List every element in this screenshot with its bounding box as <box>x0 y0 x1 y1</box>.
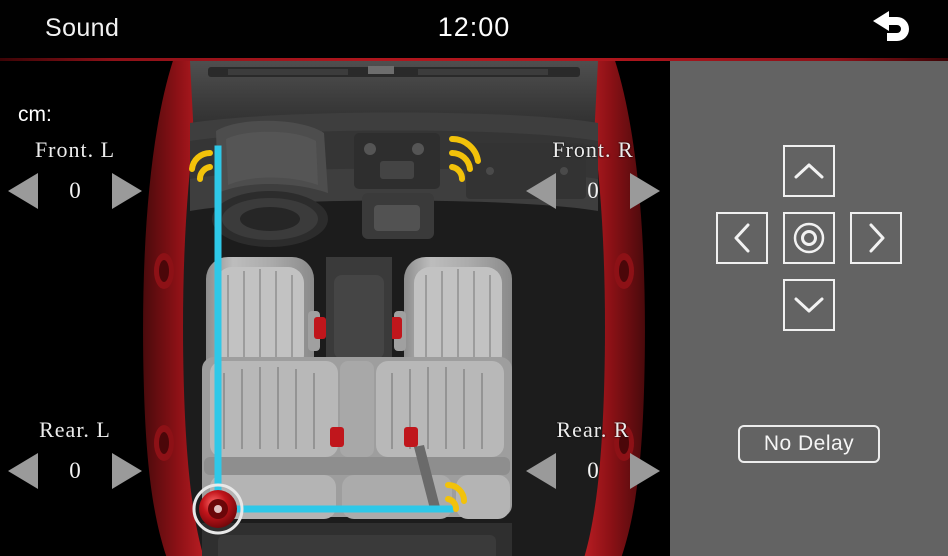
decrease-rear-right-button[interactable] <box>526 453 556 489</box>
direction-pad <box>716 145 902 331</box>
speaker-label-front-right: Front. R <box>552 137 634 162</box>
speaker-label-rear-left: Rear. L <box>39 417 111 442</box>
no-delay-button[interactable]: No Delay <box>738 425 880 463</box>
move-left-button[interactable] <box>716 212 768 264</box>
value-rear-left: 0 <box>69 458 81 483</box>
title-bar: Sound 12:00 <box>0 0 948 58</box>
control-panel: No Delay <box>670 61 948 556</box>
decrease-front-left-button[interactable] <box>8 173 38 209</box>
speaker-control-front-right: Front. R 0 <box>518 137 668 213</box>
back-arrow-icon <box>873 11 909 41</box>
decrease-rear-left-button[interactable] <box>8 453 38 489</box>
speaker-label-front-left: Front. L <box>34 137 116 162</box>
units-label: cm: <box>18 103 52 126</box>
value-front-right: 0 <box>587 178 599 203</box>
back-button[interactable] <box>864 6 920 52</box>
speaker-control-rear-right: Rear. R 0 <box>518 417 668 493</box>
value-front-left: 0 <box>69 178 81 203</box>
move-right-button[interactable] <box>850 212 902 264</box>
increase-rear-right-button[interactable] <box>630 453 660 489</box>
target-circle-icon <box>793 222 825 254</box>
speaker-label-rear-right: Rear. R <box>556 417 630 442</box>
increase-rear-left-button[interactable] <box>112 453 142 489</box>
stepper-rear-left: 0 <box>0 449 150 493</box>
clock-label: 12:00 <box>437 12 511 42</box>
move-down-button[interactable] <box>783 279 835 331</box>
speaker-control-rear-left: Rear. L 0 <box>0 417 150 493</box>
sound-settings-screen: Sound 12:00 cm: Front. L 0 Front. R 0 Re… <box>0 0 948 556</box>
stepper-front-left: 0 <box>0 169 150 213</box>
center-reset-button[interactable] <box>783 212 835 264</box>
decrease-front-right-button[interactable] <box>526 173 556 209</box>
main-stage: cm: Front. L 0 Front. R 0 Rear. L 0 Rear… <box>0 61 948 556</box>
chevron-right-icon <box>869 223 885 253</box>
stepper-front-right: 0 <box>518 169 668 213</box>
chevron-down-icon <box>794 297 824 313</box>
chevron-up-icon <box>794 163 824 179</box>
increase-front-right-button[interactable] <box>630 173 660 209</box>
increase-front-left-button[interactable] <box>112 173 142 209</box>
value-rear-right: 0 <box>587 458 599 483</box>
stepper-rear-right: 0 <box>518 449 668 493</box>
speaker-control-front-left: Front. L 0 <box>0 137 150 213</box>
speaker-marker-icon <box>192 483 244 535</box>
chevron-left-icon <box>734 223 750 253</box>
move-up-button[interactable] <box>783 145 835 197</box>
